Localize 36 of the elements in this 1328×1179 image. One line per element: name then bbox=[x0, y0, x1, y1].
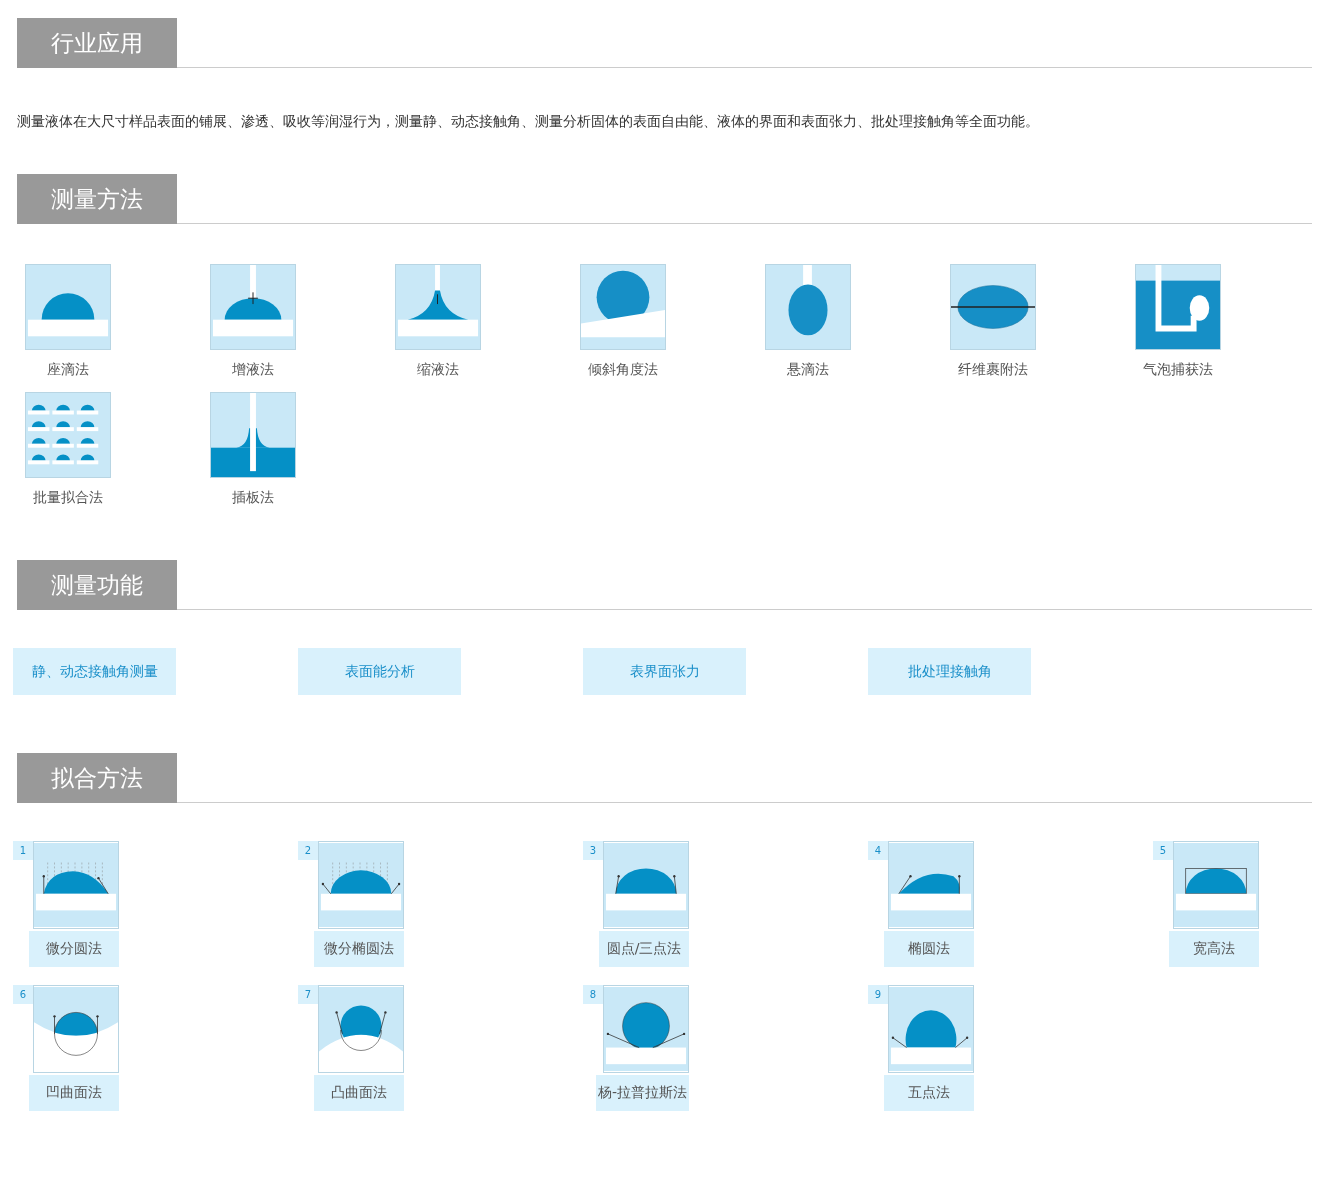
fitting-label: 圆点/三点法 bbox=[599, 931, 689, 967]
function-button[interactable]: 表面能分析 bbox=[298, 648, 461, 695]
function-button[interactable]: 静、动态接触角测量 bbox=[13, 648, 176, 695]
fitting-label: 微分圆法 bbox=[29, 931, 119, 967]
method-label: 纤维裹附法 bbox=[958, 360, 1028, 378]
number-badge: 6 bbox=[13, 985, 33, 1004]
fitting-label: 凸曲面法 bbox=[314, 1075, 404, 1111]
number-badge: 1 bbox=[13, 841, 33, 860]
fitting-label: 微分椭圆法 bbox=[314, 931, 404, 967]
function-button[interactable]: 表界面张力 bbox=[583, 648, 746, 695]
fitting-label: 五点法 bbox=[884, 1075, 974, 1111]
fitting-label: 椭圆法 bbox=[884, 931, 974, 967]
method-label: 增液法 bbox=[232, 360, 274, 378]
section-title: 行业应用 bbox=[17, 18, 177, 68]
number-badge: 2 bbox=[298, 841, 318, 860]
section-title: 测量方法 bbox=[17, 174, 177, 224]
number-badge: 5 bbox=[1153, 841, 1173, 860]
fitting-label: 宽高法 bbox=[1169, 931, 1259, 967]
fitting-label: 杨-拉普拉斯法 bbox=[595, 1075, 689, 1111]
method-label: 倾斜角度法 bbox=[588, 360, 658, 378]
description-text: 测量液体在大尺寸样品表面的铺展、渗透、吸收等润湿行为，测量静、动态接触角、测量分析固体的表面自由能、液体的界面和表面张力、批处理接触角等全面功能。 bbox=[17, 112, 1040, 131]
fitting-label: 凹曲面法 bbox=[29, 1075, 119, 1111]
method-label: 悬滴法 bbox=[787, 360, 829, 378]
method-label: 插板法 bbox=[232, 488, 274, 506]
number-badge: 7 bbox=[298, 985, 318, 1004]
number-badge: 4 bbox=[868, 841, 888, 860]
section-title: 测量功能 bbox=[17, 560, 177, 610]
function-button[interactable]: 批处理接触角 bbox=[868, 648, 1031, 695]
number-badge: 3 bbox=[583, 841, 603, 860]
number-badge: 8 bbox=[583, 985, 603, 1004]
method-label: 座滴法 bbox=[47, 360, 89, 378]
method-label: 缩液法 bbox=[417, 360, 459, 378]
section-title: 拟合方法 bbox=[17, 753, 177, 803]
method-label: 气泡捕获法 bbox=[1143, 360, 1213, 378]
method-label: 批量拟合法 bbox=[33, 488, 103, 506]
number-badge: 9 bbox=[868, 985, 888, 1004]
